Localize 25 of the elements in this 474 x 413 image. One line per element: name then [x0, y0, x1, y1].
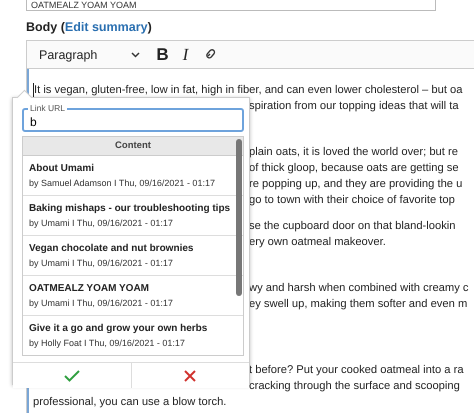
checkmark-icon [64, 370, 80, 382]
result-item[interactable]: Give it a go and grow your own herbs by Holly Foat I Thu, 09/16/2021 - 01:17 [23, 316, 243, 355]
edit-summary-link[interactable]: Edit summary [64, 19, 148, 35]
list-header: Content [23, 137, 243, 156]
paragraph-text: plain oats, it is loved the world over; but re [249, 145, 458, 160]
text-cursor [33, 83, 34, 97]
close-icon [184, 370, 196, 382]
paragraph-text: re popping up, and they are providing the u [249, 177, 462, 192]
format-dropdown[interactable]: Paragraph [35, 48, 144, 62]
paragraph-text: cracking through the surface and scooping [249, 379, 460, 394]
paragraph-text: It is vegan, gluten-free, low in fat, high in fiber, and can even lower cholesterol – but oa [34, 83, 462, 98]
paragraph-text: ery own oatmeal makeover. [249, 235, 386, 250]
italic-button[interactable]: I [178, 44, 192, 66]
cancel-button[interactable] [130, 363, 249, 388]
bold-button[interactable]: B [152, 44, 173, 66]
paragraph-text: spiration from our topping ideas that will ta [249, 99, 459, 114]
field-label: Body ( [26, 19, 65, 35]
closing-parenthesis: ) [148, 19, 152, 35]
link-url-label: Link URL [28, 103, 67, 113]
scrollbar[interactable] [236, 139, 242, 296]
chevron-down-icon [131, 52, 140, 58]
paragraph-text: se the cupboard door on that bland-lookin [249, 219, 456, 234]
paragraph-text: professional, you can use a blow torch. [33, 395, 226, 410]
title-field[interactable]: OATMEALZ YOAM YOAM [26, 0, 436, 11]
save-button[interactable] [13, 363, 130, 388]
